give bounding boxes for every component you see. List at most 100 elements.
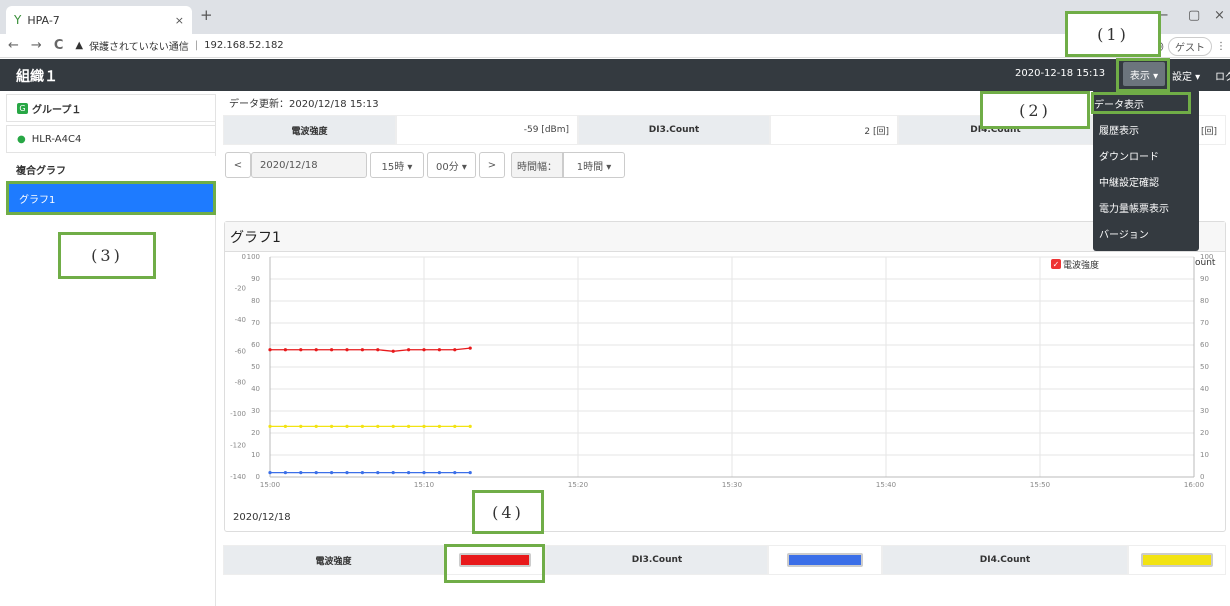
series-point-2 (330, 424, 334, 428)
device-label: HLR-A4C4 (31, 133, 82, 145)
graph-item-label: グラフ1 (19, 194, 56, 206)
reload-icon[interactable]: C (54, 38, 64, 53)
x-tick-label: 15:40 (876, 481, 896, 489)
series-point-0 (468, 346, 472, 350)
x-tick-label: 15:30 (722, 481, 742, 489)
series-point-0 (391, 349, 395, 353)
tab-close-icon[interactable]: × (175, 14, 184, 27)
back-icon[interactable]: ← (8, 38, 19, 53)
y-left-tick-label: -60 (235, 347, 246, 355)
highlight-signal-swatch (444, 544, 545, 583)
y-inner-tick-label: 20 (251, 429, 260, 437)
logout-link[interactable]: ログアウト (1215, 68, 1230, 83)
color-swatch-di4[interactable] (1141, 553, 1213, 567)
stat-label-signal: 電波強度 (223, 115, 396, 145)
annotation-1: (1) (1065, 11, 1161, 57)
x-tick-label: 15:50 (1030, 481, 1050, 489)
sidebar-group[interactable]: G グループ１ (6, 94, 216, 122)
sidebar-composite-header: 複合グラフ (6, 156, 216, 184)
bottom-label-di3: DI3.Count (546, 545, 768, 575)
x-tick-label: 15:10 (414, 481, 434, 489)
series-point-1 (268, 471, 272, 475)
menu-item-history[interactable]: 履歴表示 (1099, 118, 1197, 140)
browser-menu-icon[interactable]: ⋮ (1216, 41, 1226, 52)
warning-icon: ▲ (75, 40, 84, 51)
sidebar-device[interactable]: ● HLR-A4C4 (6, 125, 216, 153)
minute-select[interactable]: 00分 ▾ (427, 152, 476, 178)
y-right-tick-label: 80 (1200, 297, 1209, 305)
menu-item-data-view[interactable]: データ表示 (1091, 92, 1191, 114)
series-point-1 (299, 471, 303, 475)
y-right-tick-label: 100 (1200, 253, 1213, 261)
series-point-2 (268, 424, 272, 428)
series-point-0 (407, 348, 411, 352)
composite-header-label: 複合グラフ (16, 166, 66, 177)
series-point-2 (391, 424, 395, 428)
series-point-2 (376, 424, 380, 428)
bottom-label-di4: DI4.Count (882, 545, 1128, 575)
y-inner-tick-label: 0 (256, 473, 260, 481)
series-point-1 (345, 471, 349, 475)
series-point-1 (314, 471, 318, 475)
forward-icon[interactable]: → (31, 38, 42, 53)
y-left-tick-label: 0 (242, 253, 246, 261)
y-inner-tick-label: 60 (251, 341, 260, 349)
address-bar: ← → C ▲ 保護されていない通信 | 192.168.52.182 (0, 34, 1230, 58)
stat-label-di3: DI3.Count (578, 115, 770, 145)
y-right-tick-label: 50 (1200, 363, 1209, 371)
series-point-1 (453, 471, 457, 475)
sidebar-item-graph1[interactable]: グラフ1 (6, 181, 216, 215)
menu-item-power-report[interactable]: 電力量帳票表示 (1099, 196, 1197, 218)
new-tab-icon[interactable]: + (200, 6, 213, 24)
color-swatch-di3[interactable] (787, 553, 863, 567)
menu-item-relay-settings[interactable]: 中継設定確認 (1099, 170, 1197, 192)
series-point-1 (283, 471, 287, 475)
close-window-icon[interactable]: × (1214, 8, 1225, 23)
bottom-label-signal: 電波強度 (223, 545, 444, 575)
date-input[interactable]: 2020/12/18 (251, 152, 367, 178)
line-chart: 1001009090808070706060505040403030202010… (230, 253, 1213, 489)
group-label: グループ１ (32, 104, 82, 116)
y-left-tick-label: -100 (230, 410, 246, 418)
chart-card-header (225, 222, 1225, 252)
data-update-text: データ更新：2020/12/18 15:13 (229, 99, 379, 110)
y-left-tick-label: -20 (235, 284, 246, 292)
y-right-tick-label: 30 (1200, 407, 1209, 415)
stat-value-signal: -59 [dBm] (396, 115, 578, 145)
highlight-show-menu (1116, 58, 1170, 92)
x-tick-label: 15:00 (260, 481, 280, 489)
series-point-2 (453, 424, 457, 428)
prev-button[interactable]: < (225, 152, 251, 178)
menu-item-download[interactable]: ダウンロード (1099, 144, 1197, 166)
y-inner-tick-label: 90 (251, 275, 260, 283)
maximize-icon[interactable]: ▢ (1188, 8, 1200, 23)
series-point-2 (314, 424, 318, 428)
series-point-2 (437, 424, 441, 428)
chart-ticks: 1001009090808070706060505040403030202010… (230, 253, 1213, 489)
hour-select[interactable]: 15時 ▾ (370, 152, 424, 178)
series-point-0 (360, 348, 364, 352)
series-point-0 (268, 348, 272, 352)
url-field[interactable]: ▲ 保護されていない通信 | 192.168.52.182 (75, 38, 283, 53)
span-select[interactable]: 1時間 ▾ (563, 152, 625, 178)
y-inner-tick-label: 80 (251, 297, 260, 305)
next-button[interactable]: > (479, 152, 505, 178)
menu-item-version[interactable]: バージョン (1099, 222, 1197, 244)
series-point-1 (330, 471, 334, 475)
y-left-tick-label: -40 (235, 316, 246, 324)
series-point-1 (360, 471, 364, 475)
y-left-tick-label: -80 (235, 379, 246, 387)
settings-menu-button[interactable]: 設定 ▾ (1172, 68, 1200, 83)
series-point-0 (283, 348, 287, 352)
series-point-2 (360, 424, 364, 428)
y-right-tick-label: 60 (1200, 341, 1209, 349)
series-point-1 (422, 471, 426, 475)
guest-profile[interactable]: ◉ ゲスト ⋮ (1153, 36, 1226, 56)
browser-tab[interactable]: Y HPA-7 × (6, 6, 192, 34)
bottom-swatch-cell-di4 (1128, 545, 1226, 575)
series-point-0 (299, 348, 303, 352)
y-inner-tick-label: 70 (251, 319, 260, 327)
bottom-swatch-cell-di3 (768, 545, 882, 575)
series-point-1 (437, 471, 441, 475)
y-right-tick-label: 90 (1200, 275, 1209, 283)
